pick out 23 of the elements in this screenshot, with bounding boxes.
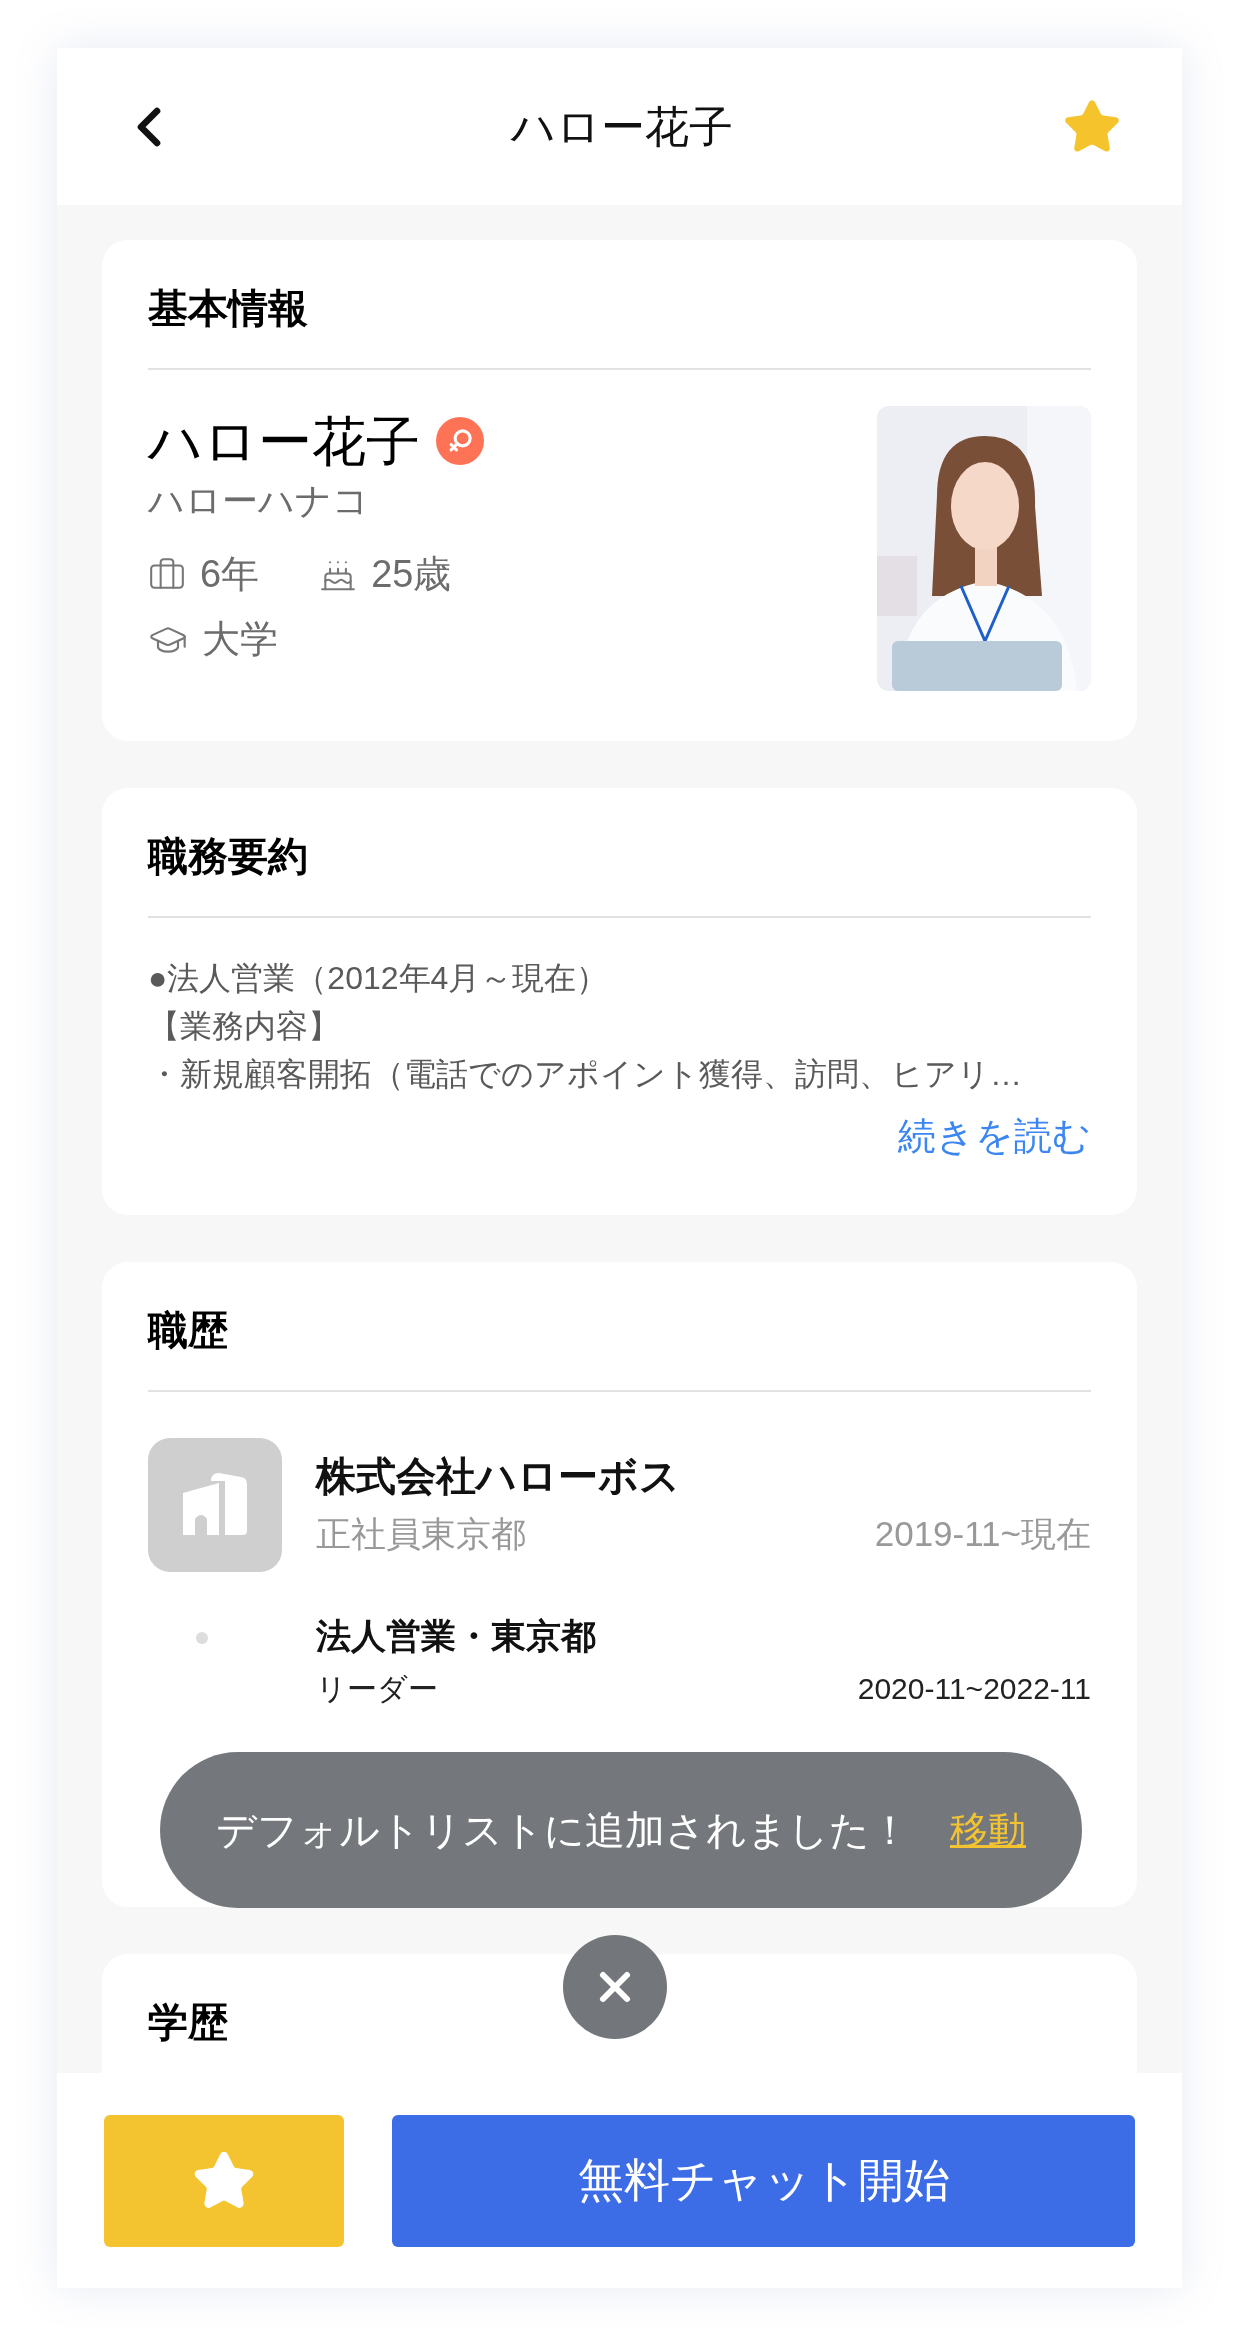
company-name: 株式会社ハローボス (316, 1453, 681, 1500)
female-icon (436, 417, 484, 465)
name-kana: ハローハナコ (148, 479, 370, 523)
position-title: 法人営業・東京都 (316, 1615, 597, 1657)
section-heading: 職務要約 (148, 833, 309, 880)
position-role: リーダー (316, 1671, 438, 1707)
position-period: 2020-11~2022-11 (857, 1671, 1091, 1707)
education-level: 大学 (202, 617, 278, 662)
summary-text: ●法人営業（2012年4月～現在） 【業務内容】 ・新規顧客開拓（電話でのアポイント獲得、訪問、ヒアリ… (148, 959, 1023, 1094)
page-title: ハロー花子 (510, 100, 733, 153)
experience-years: 6年 (200, 552, 260, 597)
section-heading: 学歴 (148, 1999, 229, 2046)
age: 25歳 (371, 552, 452, 597)
employment-type: 正社員東京都 (316, 1513, 526, 1555)
read-more-link[interactable]: 続きを読む (898, 1108, 1091, 1165)
start-chat-button[interactable]: 無料チャット開始 (392, 2114, 1135, 2247)
move-link[interactable]: 移動 (950, 1801, 1026, 1859)
employment-period: 2019-11~現在 (874, 1513, 1091, 1555)
toast-text: デフォルトリストに追加されました！ (216, 1807, 910, 1854)
section-heading: 基本情報 (148, 285, 309, 332)
building-icon (148, 1438, 282, 1572)
candidate-name: ハロー花子 (148, 410, 420, 473)
section-heading: 職歴 (148, 1307, 229, 1354)
